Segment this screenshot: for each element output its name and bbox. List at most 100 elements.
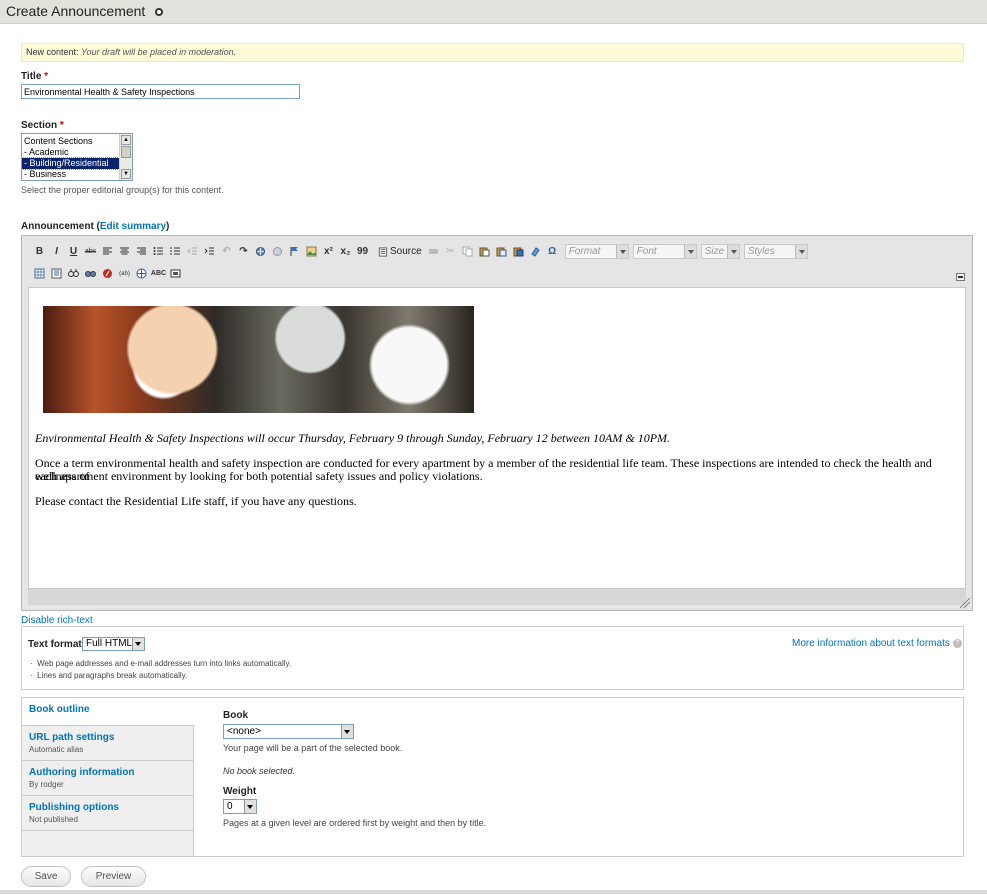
section-option[interactable]: Content Sections <box>22 136 119 147</box>
section-option-selected[interactable]: - Building/Residential <box>22 157 120 170</box>
content-line-2b: each apartment environment by looking fo… <box>35 469 483 483</box>
font-combo[interactable]: Font <box>632 244 697 259</box>
section-listbox[interactable]: Content Sections - Academic - Building/R… <box>21 133 133 181</box>
add-shortcut-icon[interactable] <box>155 8 163 16</box>
notice-prefix: New content: <box>26 47 79 57</box>
table-icon[interactable] <box>31 265 48 282</box>
flash-icon[interactable] <box>99 265 116 282</box>
required-mark: * <box>59 120 64 131</box>
page-header: Create Announcement <box>0 0 987 24</box>
help-icon: ? <box>952 638 962 648</box>
image-icon[interactable] <box>303 243 320 260</box>
text-format-fieldset: Text format Full HTML More information a… <box>21 626 964 690</box>
tab-title: Publishing options <box>29 802 119 813</box>
scroll-down-icon[interactable]: ▼ <box>121 169 131 179</box>
source-label: Source <box>390 246 422 257</box>
remove-format-icon[interactable] <box>527 243 544 260</box>
cut-icon[interactable]: ✂ <box>442 243 459 260</box>
find-icon[interactable] <box>48 265 65 282</box>
preview-button[interactable]: Preview <box>81 866 146 887</box>
align-right-icon[interactable] <box>133 243 150 260</box>
link-icon[interactable] <box>252 243 269 260</box>
vertical-tabs: Book outline URL path settings Automatic… <box>21 697 964 857</box>
paste-icon[interactable] <box>476 243 493 260</box>
tab-title: Book outline <box>29 704 90 715</box>
spell-abc-icon[interactable]: (ab) <box>116 265 133 282</box>
text-format-select[interactable]: Full HTML <box>82 637 145 651</box>
editor-toolbar-row-2: (ab) ABC <box>31 265 184 282</box>
listbox-scrollbar[interactable]: ▲ ▼ <box>119 134 132 180</box>
chevron-down-icon <box>683 245 696 258</box>
section-option[interactable]: - Business <box>22 169 119 180</box>
required-mark: * <box>44 71 49 82</box>
text-format-tips: · Web page addresses and e-mail addresse… <box>30 658 291 682</box>
bulleted-list-icon[interactable] <box>150 243 167 260</box>
paste-text-icon[interactable] <box>493 243 510 260</box>
book-select[interactable]: <none> <box>223 724 354 739</box>
save-button[interactable]: Save <box>21 866 71 887</box>
bold-icon[interactable]: B <box>31 243 48 260</box>
numbered-list-icon[interactable] <box>167 243 184 260</box>
tab-authoring-information[interactable]: Authoring information By rodger <box>22 761 193 796</box>
italic-icon[interactable]: I <box>48 243 65 260</box>
horizontal-rule-icon[interactable] <box>425 243 442 260</box>
align-left-icon[interactable] <box>99 243 116 260</box>
source-icon <box>378 246 388 257</box>
redo-icon[interactable]: ↷ <box>235 243 252 260</box>
section-help: Select the proper editorial group(s) for… <box>21 185 224 195</box>
chevron-down-icon <box>794 245 807 258</box>
format-combo[interactable]: Format <box>564 244 629 259</box>
blockquote-icon[interactable]: 99 <box>354 243 371 260</box>
strike-icon[interactable]: abc <box>82 243 99 260</box>
replace-icon[interactable] <box>65 265 82 282</box>
anchor-icon[interactable] <box>286 243 303 260</box>
editor-status-bar <box>28 589 966 605</box>
collapse-toolbar-icon[interactable] <box>956 273 965 281</box>
more-info-text-formats-link[interactable]: More information about text formats? <box>792 638 962 649</box>
align-center-icon[interactable] <box>116 243 133 260</box>
vertical-tab-list: Book outline URL path settings Automatic… <box>22 698 195 856</box>
tab-url-path-settings[interactable]: URL path settings Automatic alias <box>22 726 193 761</box>
spellcheck-icon[interactable]: ABC <box>150 265 167 282</box>
copy-icon[interactable] <box>459 243 476 260</box>
superscript-icon[interactable]: x² <box>320 243 337 260</box>
undo-icon[interactable]: ↶ <box>218 243 235 260</box>
maximize-icon[interactable] <box>167 265 184 282</box>
section-label: Section * <box>21 120 64 131</box>
special-char-icon[interactable]: Ω <box>544 243 561 260</box>
weight-label: Weight <box>223 786 257 797</box>
edit-summary-link[interactable]: Edit summary <box>100 221 166 232</box>
resize-grip-icon[interactable] <box>960 598 970 608</box>
text-format-label: Text format <box>28 639 82 650</box>
subscript-icon[interactable]: x₂ <box>337 243 354 260</box>
tab-title: URL path settings <box>29 732 115 743</box>
chevron-down-icon <box>341 725 353 738</box>
unlink-icon[interactable] <box>269 243 286 260</box>
chevron-down-icon <box>726 245 739 258</box>
source-button[interactable]: Source <box>375 246 425 257</box>
weight-select[interactable]: 0 <box>223 799 257 814</box>
outdent-icon[interactable] <box>184 243 201 260</box>
content-line-1: Environmental Health & Safety Inspection… <box>35 431 671 445</box>
book-label: Book <box>223 710 248 721</box>
scroll-up-icon[interactable]: ▲ <box>121 135 131 145</box>
chevron-down-icon <box>615 245 628 258</box>
paste-word-icon[interactable] <box>510 243 527 260</box>
disable-rich-text-link[interactable]: Disable rich-text <box>21 615 93 626</box>
book-help: Your page will be a part of the selected… <box>223 743 403 753</box>
indent-icon[interactable] <box>201 243 218 260</box>
styles-combo[interactable]: Styles <box>743 244 808 259</box>
title-input[interactable] <box>21 84 300 99</box>
iframe-icon[interactable] <box>133 265 150 282</box>
chevron-down-icon <box>244 800 256 813</box>
tab-summary: Automatic alias <box>29 745 84 754</box>
size-combo[interactable]: Size <box>700 244 740 259</box>
select-all-icon[interactable] <box>82 265 99 282</box>
scroll-thumb[interactable] <box>121 146 131 158</box>
bottom-divider <box>0 890 987 894</box>
section-option[interactable]: - Academic <box>22 147 119 158</box>
tab-book-outline[interactable]: Book outline <box>22 698 195 726</box>
editor-content-area[interactable]: Environmental Health & Safety Inspection… <box>28 287 966 589</box>
underline-icon[interactable]: U <box>65 243 82 260</box>
tab-publishing-options[interactable]: Publishing options Not published <box>22 796 193 831</box>
